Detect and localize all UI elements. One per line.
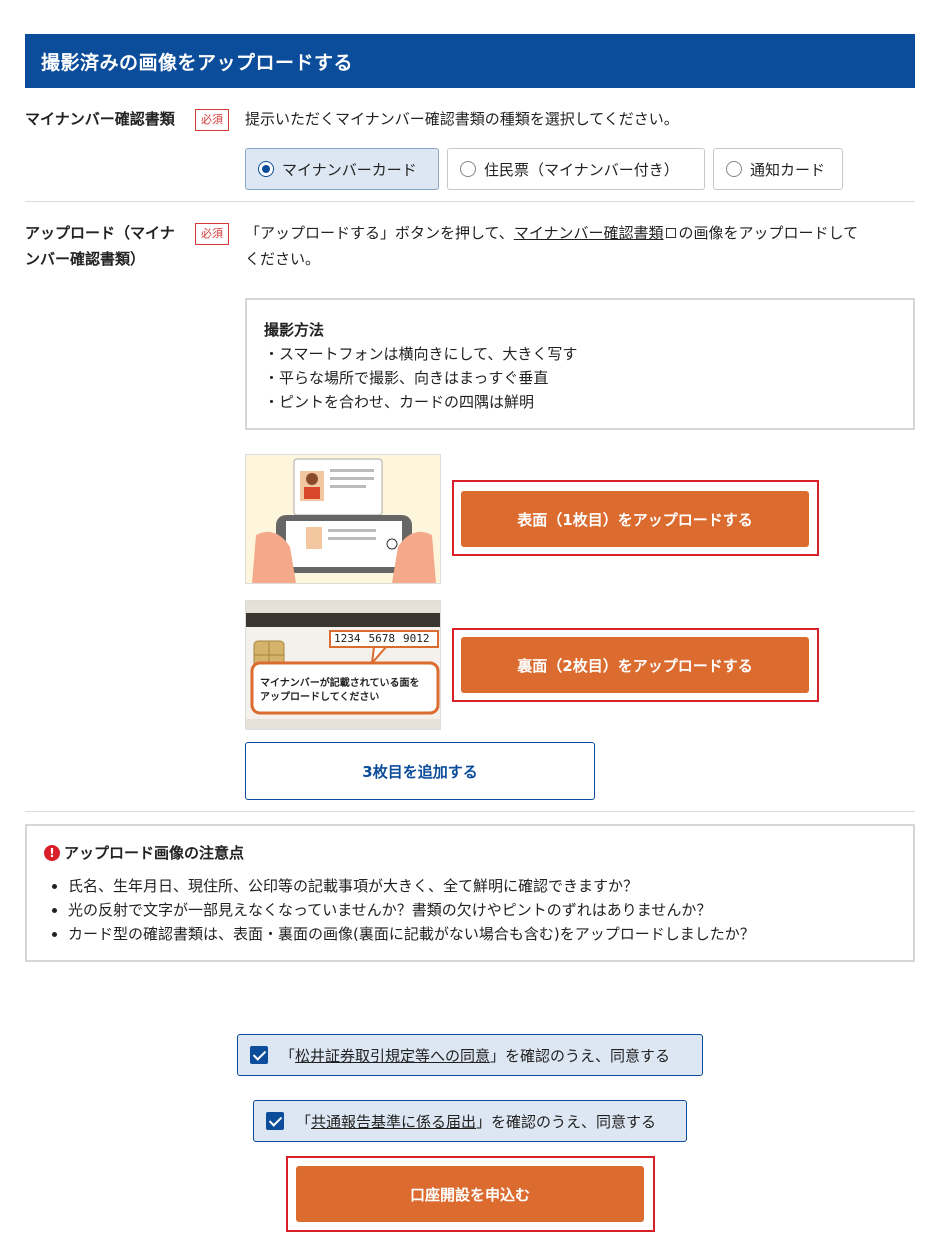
radio-label: 通知カード [750,160,826,179]
mynumber-docs-link[interactable]: マイナンバー確認書類 [514,224,664,242]
checkbox-checked-icon [250,1046,268,1064]
front-card-illustration [245,454,441,584]
section-title: 撮影済みの画像をアップロードする [41,52,354,74]
agree-prefix: 「 [280,1046,296,1065]
agree-suffix: 」を確認のうえ、同意する [476,1112,657,1131]
required-badge: 必須 [195,223,229,245]
digit-group: 9012 [403,632,430,645]
notice-title: ! アップロード画像の注意点 [44,840,896,866]
divider [25,201,915,202]
method-item: ・スマートフォンは横向きにして、大きく写す [264,345,578,363]
crs-report-link[interactable]: 共通報告基準に係る届出 [311,1111,476,1132]
radio-resident-record[interactable]: 住民票（マイナンバー付き） [447,148,705,190]
doc-type-label: マイナンバー確認書類 [25,110,175,128]
upload-label-line1: アップロード（マイナ [25,224,175,242]
notice-list: 氏名、生年月日、現住所、公印等の記載事項が大きく、全て鮮明に確認できますか？ 光… [44,874,896,946]
agree-terms-checkbox[interactable]: 「松井証券取引規定等への同意 」を確認のうえ、同意する [237,1034,703,1076]
submit-application-button[interactable]: 口座開設を申込む [296,1166,644,1222]
upload-back-button[interactable]: 裏面（2枚目）をアップロードする [461,637,809,693]
upload-desc-after: の画像をアップロードして [678,224,859,242]
checkbox-checked-icon [266,1112,284,1130]
trading-terms-link[interactable]: 松井証券取引規定等への同意 [295,1045,490,1066]
radio-empty-icon [460,161,476,177]
mynumber-digits: 1234 5678 9012 [334,632,430,645]
radio-label: マイナンバーカード [282,160,417,179]
back-card-illustration: 1234 5678 9012 マイナンバーが記載されている面を アップロードして… [245,600,441,730]
upload-front-button[interactable]: 表面（1枚目）をアップロードする [461,491,809,547]
upload-label: アップロード（マイナ ンバー確認書類） [25,220,190,272]
shooting-method-box: 撮影方法 ・スマートフォンは横向きにして、大きく写す ・平らな場所で撮影、向きは… [245,298,915,430]
notice-item: 光の反射で文字が一部見えなくなっていませんか？書類の欠けやピントのずれはありませ… [68,898,896,922]
divider [25,811,915,812]
upload-notice-box: ! アップロード画像の注意点 氏名、生年月日、現住所、公印等の記載事項が大きく、… [25,824,915,962]
radio-label: 住民票（マイナンバー付き） [484,160,679,179]
method-title: 撮影方法 [264,321,325,339]
section-header: 撮影済みの画像をアップロードする [25,34,915,88]
notice-item: 氏名、生年月日、現住所、公印等の記載事項が大きく、全て鮮明に確認できますか？ [68,874,896,898]
radio-mynumber-card[interactable]: マイナンバーカード [245,148,439,190]
upload-description: 「アップロードする」ボタンを押して、マイナンバー確認書類 の画像をアップロードして… [245,220,915,272]
upload-desc-line2: ください。 [245,250,321,268]
method-item: ・平らな場所で撮影、向きはまっすぐ垂直 [264,369,549,387]
notice-item: カード型の確認書類は、表面・裏面の画像(裏面に記載がない場合も含む)をアップロー… [68,922,896,946]
alert-icon: ! [44,845,60,861]
back-callout: マイナンバーが記載されている面を アップロードしてください [260,677,420,705]
agree-prefix: 「 [296,1112,312,1131]
upload-desc-before: 「アップロードする」ボタンを押して、 [245,224,514,242]
add-third-image-button[interactable]: 3枚目を追加する [245,742,595,800]
agree-suffix: 」を確認のうえ、同意する [490,1046,671,1065]
digit-group: 1234 [334,632,361,645]
radio-notification-card[interactable]: 通知カード [713,148,843,190]
doc-type-description: 提示いただくマイナンバー確認書類の種類を選択してください。 [245,110,679,128]
radio-selected-icon [258,161,274,177]
callout-line: アップロードしてください [260,692,380,703]
agree-crs-checkbox[interactable]: 「共通報告基準に係る届出 」を確認のうえ、同意する [253,1100,687,1142]
external-link-icon [665,228,676,238]
radio-empty-icon [726,161,742,177]
upload-label-line2: ンバー確認書類） [25,250,146,268]
required-badge: 必須 [195,109,229,131]
callout-line: マイナンバーが記載されている面を [260,678,420,689]
digit-group: 5678 [368,632,396,645]
notice-title-text: アップロード画像の注意点 [64,844,245,862]
method-item: ・ピントを合わせ、カードの四隅は鮮明 [264,393,535,411]
